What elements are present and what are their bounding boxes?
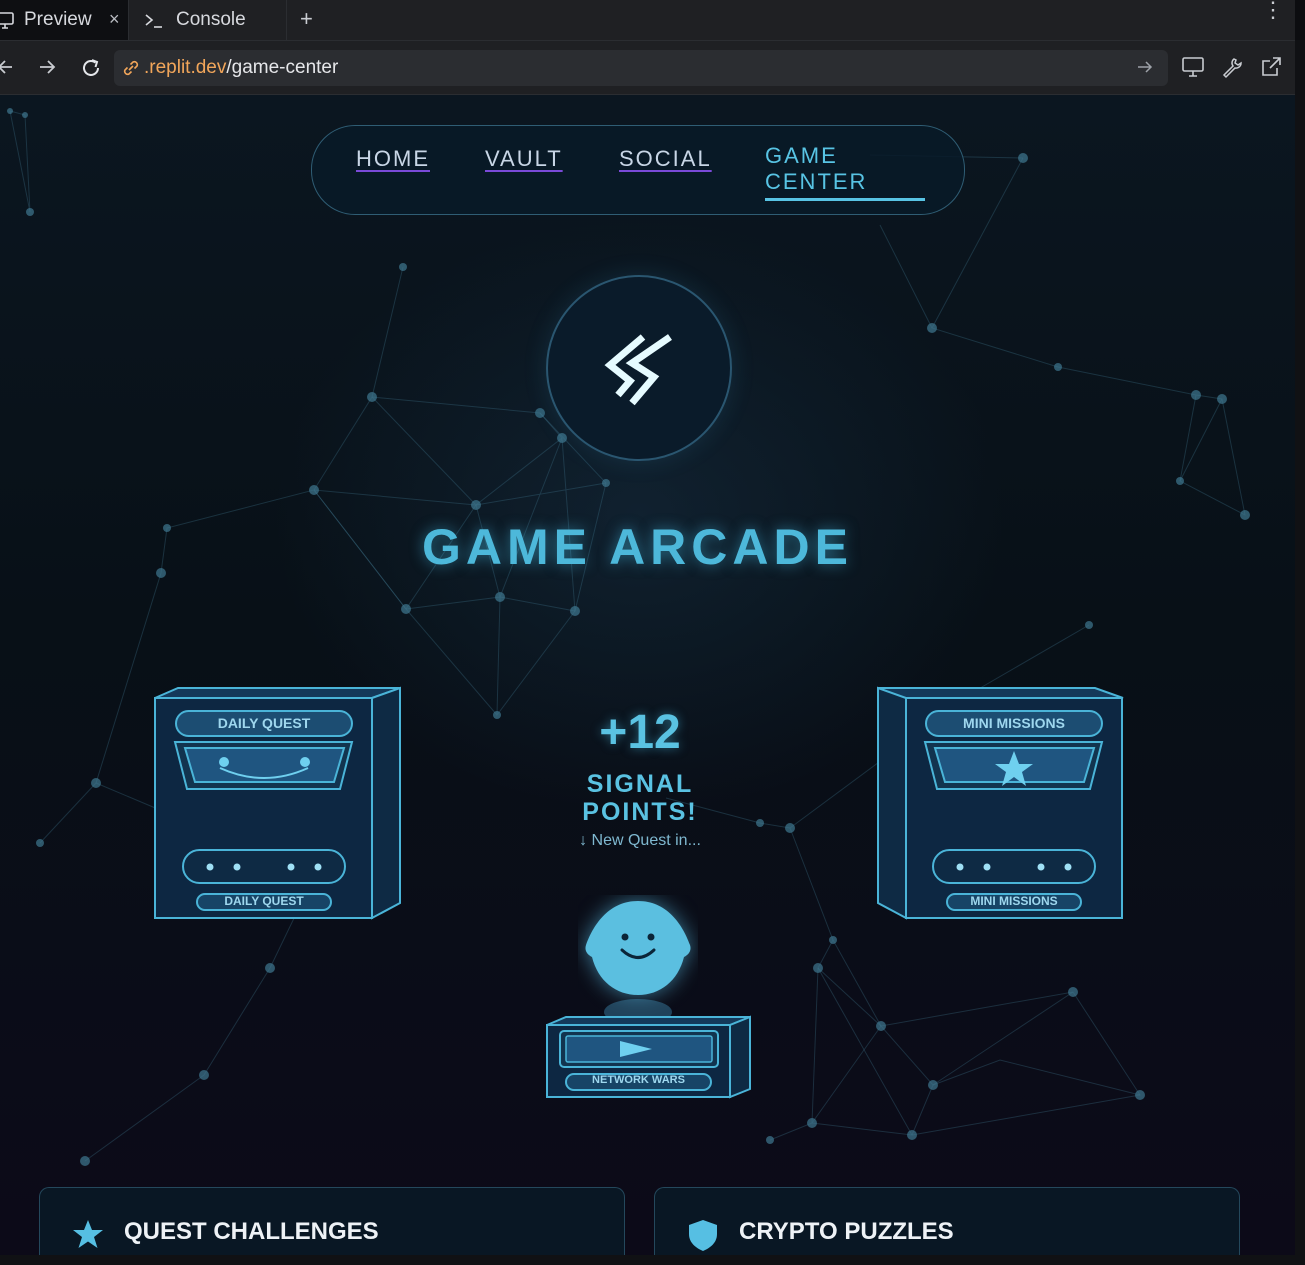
daily-quest-cabinet[interactable]: DAILY QUEST DAILY QUEST xyxy=(150,685,405,930)
network-wars-cabinet[interactable]: NETWORK WARS xyxy=(544,1013,754,1108)
tab-preview[interactable]: Preview × xyxy=(0,0,129,40)
page-title: GAME ARCADE xyxy=(422,519,853,575)
browser-tab-bar: Preview × Console + ⋮ xyxy=(0,0,1295,41)
url-domain: .replit.dev xyxy=(144,57,227,78)
address-bar: .replit.dev /game-center xyxy=(0,41,1295,95)
lightning-logo-icon xyxy=(604,334,672,406)
back-arrow-icon[interactable] xyxy=(0,56,16,78)
new-quest-text: ↓ New Quest in... xyxy=(579,832,701,849)
nav-vault-link[interactable]: VAULT xyxy=(485,146,563,172)
nav-game-center-line2: CENTER xyxy=(765,169,868,194)
mascot-avatar[interactable] xyxy=(578,895,698,1030)
nav-game-center-link[interactable]: GAME CENTER xyxy=(765,143,925,201)
nav-social-link[interactable]: SOCIAL xyxy=(619,146,712,172)
points-value: +12 xyxy=(599,706,681,759)
reload-icon[interactable] xyxy=(79,56,103,80)
terminal-icon xyxy=(145,14,162,28)
new-tab-button[interactable]: + xyxy=(300,6,313,32)
signal-points-display: +12 SIGNAL POINTS! ↓ New Quest in... xyxy=(540,705,740,850)
tab-console[interactable]: Console xyxy=(130,0,287,40)
crypto-puzzles-card[interactable]: CRYPTO PUZZLES xyxy=(654,1187,1240,1255)
mini-missions-top-label: MINI MISSIONS xyxy=(963,715,1065,731)
daily-quest-bottom-label: DAILY QUEST xyxy=(224,894,304,908)
tab-console-label: Console xyxy=(176,9,246,30)
forward-arrow-icon[interactable] xyxy=(37,56,59,78)
page-viewport: HOME VAULT SOCIAL GAME CENTER GAME ARCAD… xyxy=(0,95,1295,1255)
crypto-puzzles-title: CRYPTO PUZZLES xyxy=(739,1218,954,1245)
nav-home-link[interactable]: HOME xyxy=(356,146,430,172)
arcade-console-icon xyxy=(546,1015,751,1099)
nav-game-center-line1: GAME xyxy=(765,143,838,168)
more-options-icon[interactable]: ⋮ xyxy=(1262,0,1284,21)
window-edge-right xyxy=(1295,40,1305,1265)
logo-emblem xyxy=(546,275,732,461)
close-tab-icon[interactable]: × xyxy=(109,9,120,30)
link-icon xyxy=(123,60,139,76)
quest-challenges-card[interactable]: QUEST CHALLENGES xyxy=(39,1187,625,1255)
network-wars-label: NETWORK WARS xyxy=(592,1074,685,1086)
quest-challenges-title: QUEST CHALLENGES xyxy=(124,1218,379,1245)
main-nav: HOME VAULT SOCIAL GAME CENTER xyxy=(311,125,965,215)
wrench-icon[interactable] xyxy=(1220,55,1244,79)
window-edge-bottom xyxy=(0,1255,1305,1265)
points-label-line2: POINTS! xyxy=(582,798,698,826)
desktop-icon[interactable] xyxy=(1181,55,1205,79)
shield-icon xyxy=(689,1220,717,1251)
mini-missions-cabinet[interactable]: MINI MISSIONS MINI MISSIONS xyxy=(873,685,1128,930)
mini-missions-bottom-label: MINI MISSIONS xyxy=(970,894,1058,908)
daily-quest-top-label: DAILY QUEST xyxy=(217,715,311,731)
url-field[interactable]: .replit.dev /game-center xyxy=(114,50,1168,86)
star-icon xyxy=(73,1220,103,1248)
tab-preview-label: Preview xyxy=(24,9,92,30)
go-arrow-icon[interactable] xyxy=(1136,58,1154,76)
url-path: /game-center xyxy=(226,57,339,78)
open-external-icon[interactable] xyxy=(1259,55,1283,79)
monitor-icon xyxy=(0,12,14,29)
points-label-line1: SIGNAL xyxy=(586,770,694,798)
